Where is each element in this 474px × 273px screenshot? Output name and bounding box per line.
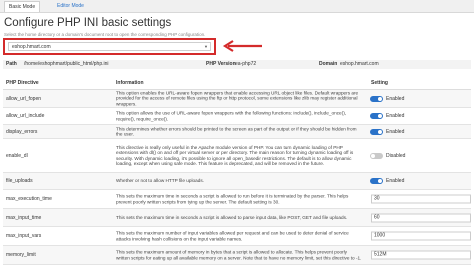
directive-name: memory_limit bbox=[6, 252, 36, 258]
table-row: allow_url_include This option allows the … bbox=[3, 108, 471, 125]
directive-information: This sets the maximum number of input va… bbox=[116, 230, 349, 241]
tab-basic-mode[interactable]: Basic Mode bbox=[4, 1, 41, 12]
mode-tabs: Basic Mode Editor Mode bbox=[0, 0, 474, 13]
table-row: memory_limit This sets the maximum amount… bbox=[3, 246, 471, 265]
header-setting: Setting bbox=[371, 80, 388, 86]
domain-value: eshop.hmart.com bbox=[340, 61, 379, 67]
domain-select-value: eshop.hmart.com bbox=[12, 44, 51, 50]
table-row: max_execution_time This sets the maximum … bbox=[3, 190, 471, 209]
directive-information: This sets the maximum time in seconds a … bbox=[116, 193, 349, 204]
page-title: Configure PHP INI basic settings bbox=[4, 17, 172, 29]
table-row: max_input_time This sets the maximum time… bbox=[3, 209, 471, 227]
directive-name: max_execution_time bbox=[6, 196, 52, 202]
setting-status-label: Enabled bbox=[386, 178, 405, 184]
table-row: display_errors This determines whether er… bbox=[3, 125, 471, 139]
header-directive: PHP Directive bbox=[6, 80, 39, 86]
setting-status-label: Enabled bbox=[386, 95, 405, 102]
directive-name: file_uploads bbox=[6, 178, 33, 184]
setting-toggle[interactable] bbox=[370, 178, 383, 184]
directive-information: This determines whether errors should be… bbox=[116, 125, 357, 137]
directive-information: This sets the maximum time in seconds a … bbox=[116, 214, 348, 220]
setting-toggle[interactable] bbox=[370, 128, 383, 135]
table-row: max_input_vars This sets the maximum numb… bbox=[3, 227, 471, 246]
directive-information: Whether or not to allow HTTP file upload… bbox=[116, 178, 204, 184]
directive-name: enable_dl bbox=[6, 152, 28, 159]
header-information: Information bbox=[116, 80, 144, 86]
directive-name: allow_url_include bbox=[6, 113, 45, 119]
path-value: /home/eshophmart/public_html/php.ini bbox=[24, 61, 109, 67]
setting-status-label: Enabled bbox=[386, 128, 405, 135]
directive-name: max_input_vars bbox=[6, 233, 42, 239]
setting-toggle[interactable] bbox=[370, 152, 383, 159]
directive-name: max_input_time bbox=[6, 214, 42, 221]
php-version-label: PHP Version bbox=[206, 61, 236, 67]
table-row: file_uploads Whether or not to allow HTTP… bbox=[3, 173, 471, 190]
directive-name: allow_url_fopen bbox=[6, 95, 42, 102]
setting-status-label: Disabled bbox=[386, 152, 406, 159]
domain-select[interactable]: eshop.hmart.com ▼ bbox=[8, 42, 211, 51]
table-header: PHP Directive Information Setting bbox=[3, 78, 471, 90]
page-description: Select the home directory or a domain's … bbox=[4, 32, 206, 37]
chevron-down-icon: ▼ bbox=[204, 44, 208, 49]
path-label: Path bbox=[6, 61, 17, 67]
tab-editor-mode[interactable]: Editor Mode bbox=[53, 1, 88, 11]
domain-select-highlight: eshop.hmart.com ▼ bbox=[3, 38, 216, 55]
domain-label: Domain bbox=[319, 61, 338, 67]
table-row: enable_dl This directive is really only u… bbox=[3, 139, 471, 173]
setting-input[interactable]: 1000 bbox=[371, 231, 471, 241]
php-version-value: ea-php72 bbox=[235, 61, 257, 67]
table-row: allow_url_fopen This option enables the U… bbox=[3, 90, 471, 108]
setting-input[interactable]: 30 bbox=[371, 194, 471, 204]
arrow-left-icon bbox=[222, 40, 262, 52]
setting-input[interactable]: 60 bbox=[371, 213, 471, 222]
setting-input[interactable]: 512M bbox=[371, 250, 471, 260]
directive-information: This option enables the URL-aware fopen … bbox=[116, 90, 359, 107]
directive-name: display_errors bbox=[6, 128, 38, 135]
setting-status-label: Enabled bbox=[386, 113, 405, 119]
setting-toggle[interactable] bbox=[370, 113, 383, 119]
directive-information: This option allows the use of URL-aware … bbox=[116, 110, 347, 121]
setting-toggle[interactable] bbox=[370, 95, 383, 102]
config-info-bar: Path /home/eshophmart/public_html/php.in… bbox=[3, 60, 471, 69]
directive-information: This directive is really only useful in … bbox=[116, 144, 354, 167]
directive-information: This sets the maximum amount of memory i… bbox=[116, 249, 362, 260]
